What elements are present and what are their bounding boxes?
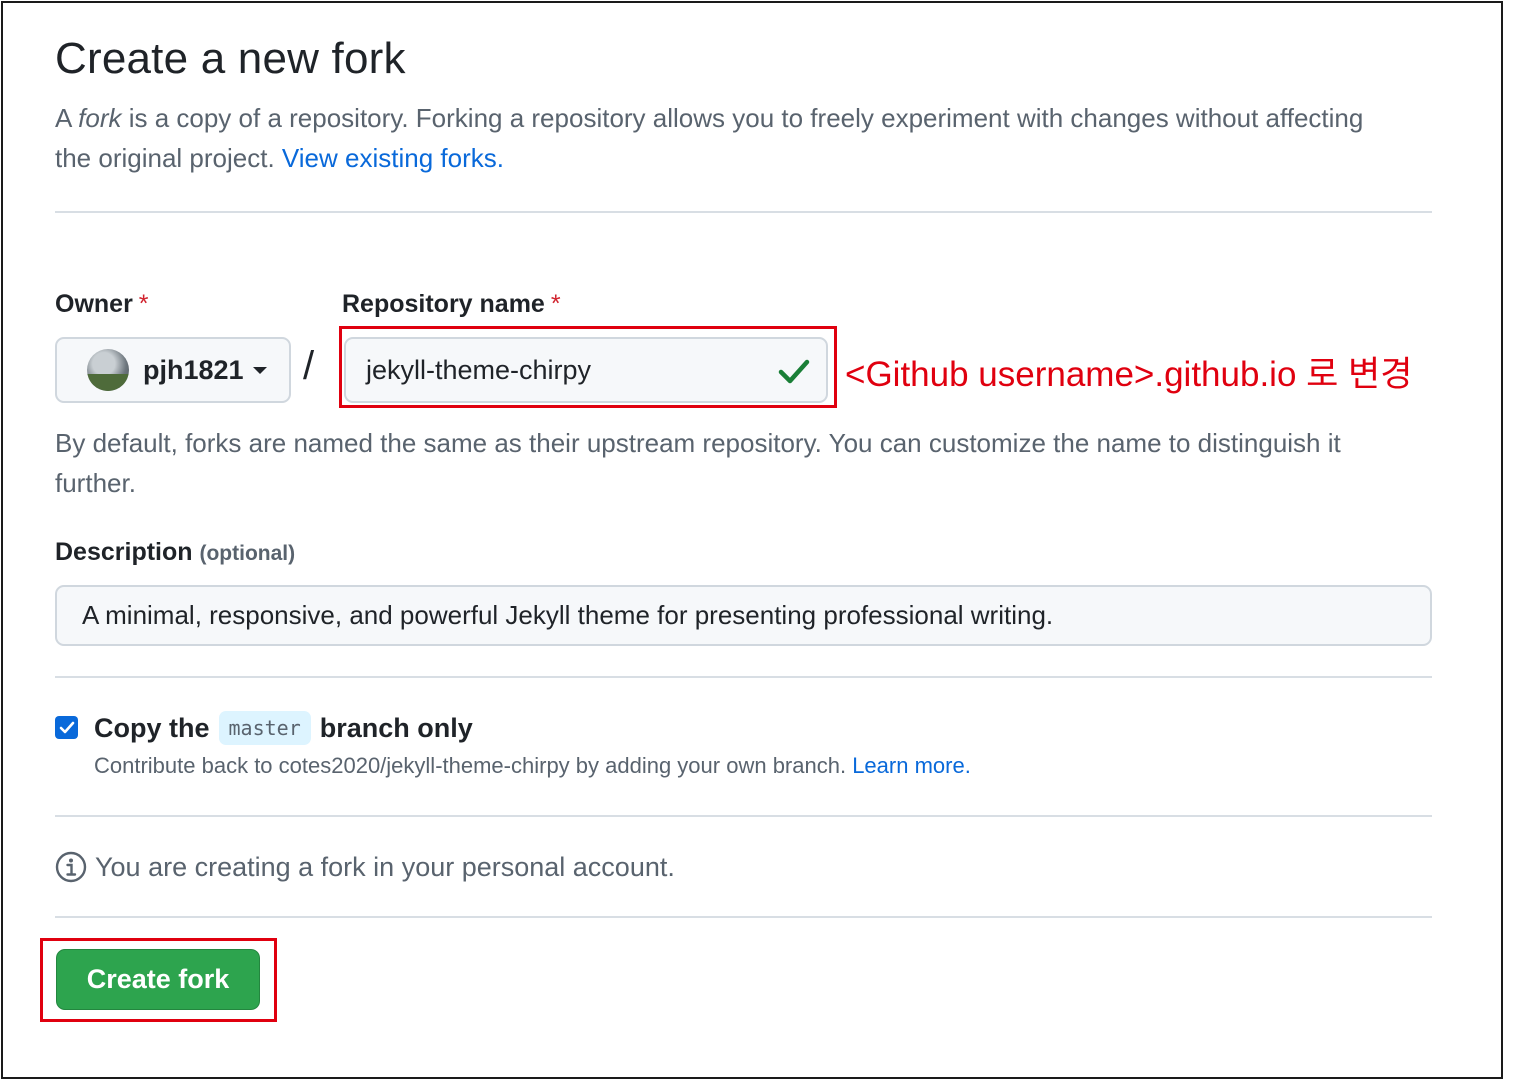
owner-name: pjh1821	[143, 354, 244, 385]
owner-label-text: Owner	[55, 290, 133, 318]
copy-branch-help: Contribute back to cotes2020/jekyll-them…	[94, 753, 971, 779]
required-mark: *	[138, 290, 149, 318]
copy-branch-checkbox[interactable]	[55, 716, 78, 739]
page-title: Create a new fork	[55, 34, 406, 83]
owner-dropdown[interactable]: pjh1821	[55, 337, 291, 403]
owner-repo-separator: /	[303, 344, 315, 388]
view-existing-forks-link[interactable]: View existing forks.	[282, 143, 504, 173]
annotation-text: <Github username>.github.io 로 변경	[845, 355, 1413, 394]
description-value: A minimal, responsive, and powerful Jeky…	[82, 600, 1054, 630]
lead-prefix: A	[55, 103, 79, 133]
checkmark-icon	[59, 721, 74, 733]
copy-branch-label[interactable]: Copy the master branch only	[94, 711, 473, 745]
divider	[55, 916, 1432, 918]
learn-more-link[interactable]: Learn more.	[852, 753, 971, 778]
avatar	[87, 349, 129, 391]
info-notice: You are creating a fork in your personal…	[55, 851, 675, 883]
page-lead: A fork is a copy of a repository. Forkin…	[55, 98, 1375, 178]
repository-name-label-text: Repository name	[342, 290, 545, 318]
caret-down-icon	[252, 366, 267, 374]
branch-name-badge: master	[218, 711, 311, 745]
description-input[interactable]: A minimal, responsive, and powerful Jeky…	[55, 585, 1432, 646]
owner-label: Owner *	[55, 290, 149, 319]
annotation-highlight-box	[40, 938, 277, 1022]
required-mark: *	[550, 290, 561, 318]
repository-name-help: By default, forks are named the same as …	[55, 428, 1341, 498]
divider	[55, 676, 1432, 678]
description-label-text: Description	[55, 538, 193, 566]
lead-fork-word: fork	[78, 103, 122, 133]
copy-label-suffix: branch only	[319, 712, 473, 743]
optional-hint: (optional)	[199, 542, 296, 565]
copy-help-text: Contribute back to cotes2020/jekyll-them…	[94, 753, 853, 778]
divider	[55, 815, 1432, 817]
annotation-highlight-box	[339, 326, 837, 408]
divider	[55, 211, 1432, 213]
lead-text: is a copy of a repository. Forking a rep…	[55, 103, 1364, 173]
repository-name-label: Repository name *	[342, 290, 561, 319]
info-text: You are creating a fork in your personal…	[95, 851, 675, 882]
description-label: Description (optional)	[55, 538, 295, 567]
copy-label-prefix: Copy the	[94, 712, 210, 743]
info-icon	[55, 851, 87, 883]
